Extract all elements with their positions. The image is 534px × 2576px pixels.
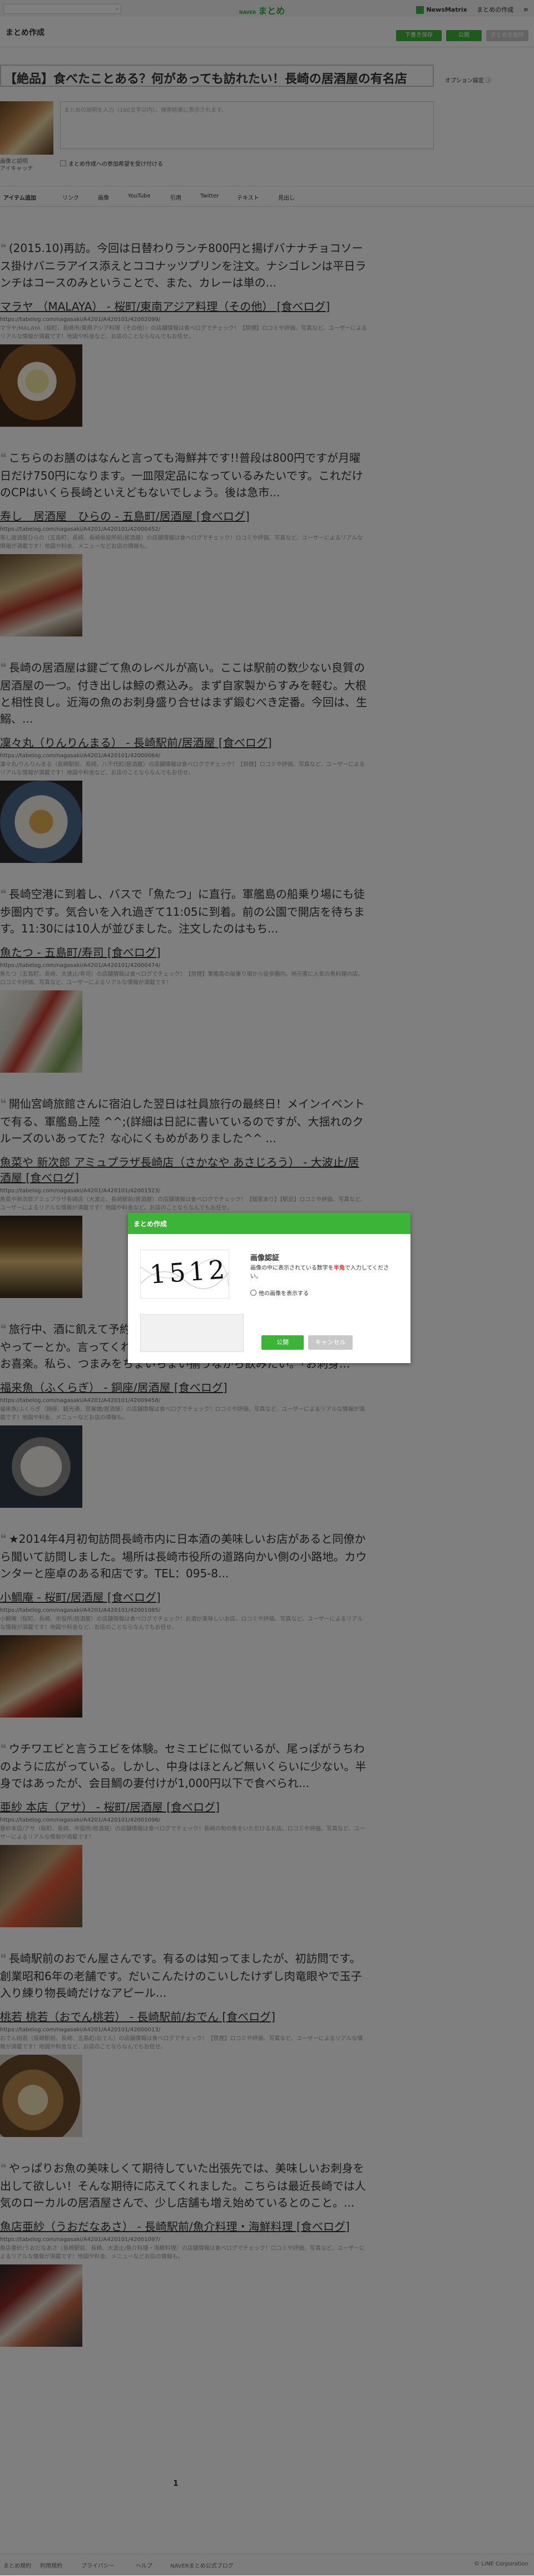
reload-captcha-link[interactable]: 他の画像を表示する [250, 1289, 309, 1297]
dialog-title: まとめ作成 [134, 1220, 167, 1228]
captcha-input[interactable] [140, 1314, 244, 1352]
captcha-image: 1512 [140, 1250, 229, 1299]
captcha-cancel-button[interactable]: キャンセル [308, 1335, 353, 1350]
captcha-digits: 1512 [149, 1254, 229, 1290]
captcha-description: 画像の中に表示されている数字を半角で入力してください。 [250, 1265, 389, 1280]
reload-icon [250, 1290, 256, 1296]
dialog-header: まとめ作成 [128, 1213, 411, 1234]
captcha-dialog: まとめ作成 1512 画像認証 画像の中に表示されている数字を半角で入力してくだ… [128, 1213, 411, 1363]
captcha-title: 画像認証 [250, 1254, 280, 1262]
captcha-submit-button[interactable]: 公開 [261, 1335, 304, 1350]
